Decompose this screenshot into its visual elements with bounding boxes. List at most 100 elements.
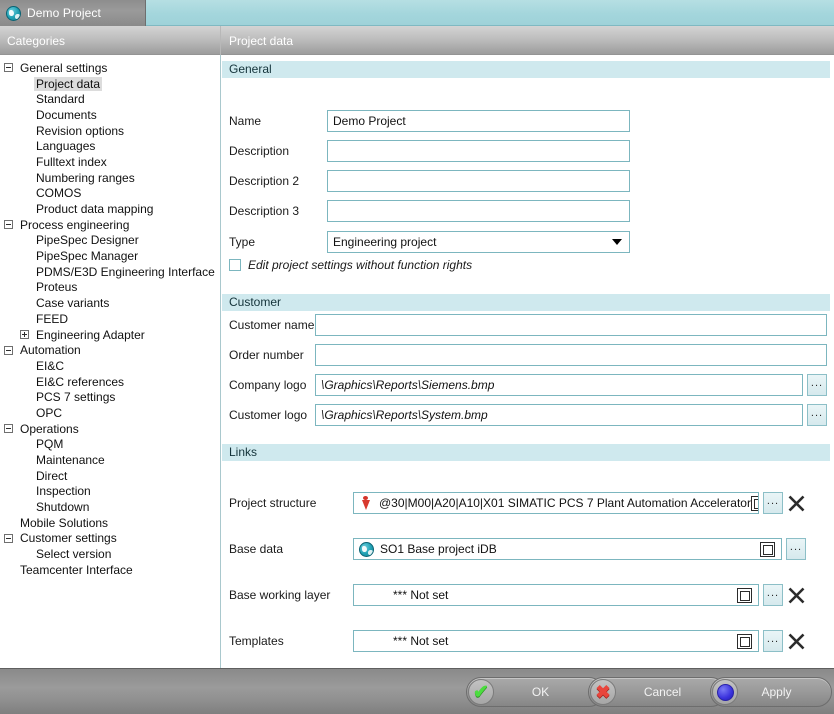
base-data-input[interactable]: SO1 Base project iDB (353, 538, 782, 560)
company-logo-row: Company logo \Graphics\Reports\Siemens.b… (229, 374, 827, 396)
type-select-value: Engineering project (333, 235, 437, 249)
sidebar-item-standard[interactable]: Standard (0, 91, 220, 107)
sidebar-item-process-engineering[interactable]: Process engineering (0, 217, 220, 233)
sidebar-item-label: Mobile Solutions (20, 515, 109, 530)
sidebar-item-automation[interactable]: Automation (0, 342, 220, 358)
customer-name-input[interactable] (315, 314, 827, 336)
sidebar-item-label: Languages (36, 139, 96, 154)
templates-input[interactable]: *** Not set (353, 630, 759, 652)
edit-rights-row[interactable]: Edit project settings without function r… (229, 258, 472, 272)
base-working-layer-row: Base working layer *** Not set ... (229, 584, 806, 606)
general-section-title: General (229, 62, 272, 76)
sidebar-item-label: Project data (34, 76, 103, 91)
customer-section-header: Customer (222, 294, 830, 311)
apply-dot-icon (712, 679, 738, 705)
project-tab[interactable]: Demo Project (0, 0, 146, 26)
templates-delete-button[interactable] (786, 630, 806, 652)
customer-logo-input[interactable]: \Graphics\Reports\System.bmp (315, 404, 803, 426)
sidebar-item-maintenance[interactable]: Maintenance (0, 452, 220, 468)
ok-button[interactable]: ✔ OK (466, 677, 604, 707)
sidebar-item-label: Numbering ranges (36, 170, 135, 185)
sidebar-item-engineering-adapter[interactable]: Engineering Adapter (0, 327, 220, 343)
collapse-icon[interactable] (4, 533, 13, 543)
expand-icon[interactable] (20, 330, 29, 340)
base-data-label: Base data (229, 542, 284, 556)
description3-input[interactable] (327, 200, 630, 222)
goto-icon[interactable] (737, 587, 752, 603)
sidebar-item-product-data-mapping[interactable]: Product data mapping (0, 201, 220, 217)
name-input[interactable]: Demo Project (327, 110, 630, 132)
customer-logo-browse-button[interactable]: ... (807, 404, 827, 426)
base-working-layer-input[interactable]: *** Not set (353, 584, 759, 606)
base-working-layer-delete-button[interactable] (786, 584, 806, 606)
cancel-button[interactable]: ✖ Cancel (588, 677, 726, 707)
sidebar-item-inspection[interactable]: Inspection (0, 484, 220, 500)
sidebar-item-label: EI&C references (36, 374, 125, 389)
edit-rights-checkbox[interactable] (229, 259, 241, 271)
type-select[interactable]: Engineering project (327, 231, 630, 253)
order-number-row: Order number (229, 344, 827, 366)
tab-title: Demo Project (27, 6, 101, 20)
sidebar-item-select-version[interactable]: Select version (0, 546, 220, 562)
collapse-icon[interactable] (4, 345, 13, 355)
collapse-icon[interactable] (4, 63, 13, 73)
sidebar-item-project-data[interactable]: Project data (0, 76, 220, 92)
description2-input[interactable] (327, 170, 630, 192)
sidebar-item-revision-options[interactable]: Revision options (0, 123, 220, 139)
sidebar-item-label: PipeSpec Manager (36, 249, 139, 264)
sidebar-item-teamcenter-interface[interactable]: Teamcenter Interface (0, 562, 220, 578)
goto-icon[interactable] (760, 541, 775, 557)
sidebar-item-case-variants[interactable]: Case variants (0, 295, 220, 311)
sidebar-item-ei-c[interactable]: EI&C (0, 358, 220, 374)
sidebar-item-customer-settings[interactable]: Customer settings (0, 531, 220, 547)
sidebar-item-pdms-e3d-engineering-interface[interactable]: PDMS/E3D Engineering Interface (0, 264, 220, 280)
project-structure-delete-button[interactable] (786, 492, 806, 514)
order-number-input[interactable] (315, 344, 827, 366)
templates-browse-button[interactable]: ... (763, 630, 783, 652)
sidebar-item-pipespec-designer[interactable]: PipeSpec Designer (0, 233, 220, 249)
sidebar-item-mobile-solutions[interactable]: Mobile Solutions (0, 515, 220, 531)
sidebar-item-languages[interactable]: Languages (0, 138, 220, 154)
globe-icon (359, 541, 374, 557)
sidebar-item-shutdown[interactable]: Shutdown (0, 499, 220, 515)
project-structure-input[interactable]: @30|M00|A20|A10|X01 SIMATIC PCS 7 Plant … (353, 492, 759, 514)
sidebar-item-ei-c-references[interactable]: EI&C references (0, 374, 220, 390)
apply-button[interactable]: Apply (710, 677, 832, 707)
collapse-icon[interactable] (4, 220, 13, 230)
sidebar-item-general-settings[interactable]: General settings (0, 60, 220, 76)
customer-section-title: Customer (229, 295, 282, 309)
project-structure-row: Project structure @30|M00|A20|A10|X01 SI… (229, 492, 806, 514)
sidebar-item-comos[interactable]: COMOS (0, 186, 220, 202)
goto-icon[interactable] (750, 495, 758, 511)
chevron-down-icon (612, 239, 622, 245)
templates-label: Templates (229, 634, 284, 648)
sidebar-item-opc[interactable]: OPC (0, 405, 220, 421)
sidebar-item-numbering-ranges[interactable]: Numbering ranges (0, 170, 220, 186)
dialog-button-bar: ✔ OK ✖ Cancel Apply (0, 668, 834, 714)
company-logo-browse-button[interactable]: ... (807, 374, 827, 396)
sidebar-item-documents[interactable]: Documents (0, 107, 220, 123)
sidebar-item-feed[interactable]: FEED (0, 311, 220, 327)
ok-button-label: OK (531, 685, 550, 699)
project-structure-value: @30|M00|A20|A10|X01 SIMATIC PCS 7 Plant … (379, 496, 751, 510)
project-structure-browse-button[interactable]: ... (763, 492, 783, 514)
sidebar-item-proteus[interactable]: Proteus (0, 280, 220, 296)
sidebar-item-pcs-7-settings[interactable]: PCS 7 settings (0, 389, 220, 405)
sidebar-item-label: OPC (36, 405, 63, 420)
base-working-layer-label: Base working layer (229, 588, 331, 602)
categories-tree[interactable]: General settings Project data Standard Docu… (0, 55, 221, 668)
company-logo-input[interactable]: \Graphics\Reports\Siemens.bmp (315, 374, 803, 396)
sidebar-item-operations[interactable]: Operations (0, 421, 220, 437)
description3-label: Description 3 (229, 204, 300, 218)
sidebar-item-pipespec-manager[interactable]: PipeSpec Manager (0, 248, 220, 264)
collapse-icon[interactable] (4, 424, 13, 434)
sidebar-item-fulltext-index[interactable]: Fulltext index (0, 154, 220, 170)
goto-icon[interactable] (737, 633, 752, 649)
sidebar-item-direct[interactable]: Direct (0, 468, 220, 484)
close-icon (788, 587, 804, 603)
sidebar-item-pqm[interactable]: PQM (0, 437, 220, 453)
description-input[interactable] (327, 140, 630, 162)
base-data-browse-button[interactable]: ... (786, 538, 806, 560)
base-working-layer-browse-button[interactable]: ... (763, 584, 783, 606)
base-data-value: SO1 Base project iDB (380, 542, 497, 556)
